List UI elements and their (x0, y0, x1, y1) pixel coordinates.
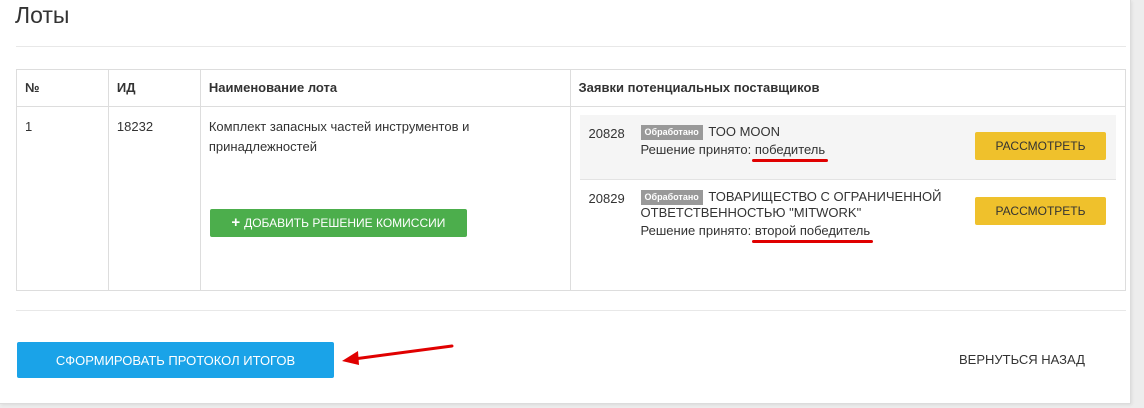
review-button[interactable]: РАССМОТРЕТЬ (975, 197, 1106, 225)
lot-num: 1 (16, 106, 109, 291)
lot-id: 18232 (107, 106, 201, 291)
supplier-name: ТОО MOON (708, 124, 781, 139)
plus-icon: + (231, 214, 241, 231)
decision-line: Решение принято: победитель (640, 142, 961, 162)
back-link[interactable]: ВЕРНУТЬСЯ НАЗАД (959, 352, 1085, 367)
lots-panel: Лоты № ИД Наименование лота Заявки потен… (0, 0, 1131, 404)
decision-result: второй победитель (751, 223, 874, 243)
status-badge: Обработано (640, 190, 703, 205)
red-arrow-annotation (342, 344, 454, 365)
add-commission-decision-button[interactable]: + ДОБАВИТЬ РЕШЕНИЕ КОМИССИИ (209, 209, 467, 237)
bids-cell: 20828 Обработано ТОО MOON Решение принят… (569, 106, 1127, 291)
divider (16, 46, 1126, 47)
lot-name-cell: Комплект запасных частей инструментов и … (199, 106, 571, 291)
divider (16, 310, 1126, 311)
bid-item: 20829 Обработано ТОВАРИЩЕСТВО С ОГРАНИЧЕ… (580, 180, 1116, 260)
table-row: 1 18232 Комплект запасных частей инструм… (16, 106, 1127, 291)
add-commission-decision-label: ДОБАВИТЬ РЕШЕНИЕ КОМИССИИ (244, 216, 446, 230)
status-badge: Обработано (640, 125, 703, 140)
review-button[interactable]: РАССМОТРЕТЬ (975, 132, 1106, 160)
bid-id: 20828 (588, 126, 625, 141)
decision-result: победитель (751, 142, 829, 162)
decision-prefix: Решение принято: (640, 223, 752, 238)
lot-name: Комплект запасных частей инструментов и … (208, 119, 470, 154)
bid-id: 20829 (588, 191, 625, 206)
bid-body: Обработано ТОВАРИЩЕСТВО С ОГРАНИЧЕННОЙ О… (640, 189, 961, 243)
bid-body: Обработано ТОО MOON Решение принято: поб… (640, 124, 961, 162)
page-title: Лоты (15, 2, 70, 28)
table-header-row: № ИД Наименование лота Заявки потенциаль… (16, 69, 1127, 107)
header-num: № (16, 69, 109, 107)
form-protocol-button[interactable]: СФОРМИРОВАТЬ ПРОТОКОЛ ИТОГОВ (17, 342, 334, 378)
decision-prefix: Решение принято: (640, 142, 752, 157)
bid-item: 20828 Обработано ТОО MOON Решение принят… (579, 115, 1116, 180)
header-bids: Заявки потенциальных поставщиков (569, 69, 1127, 107)
lots-table: № ИД Наименование лота Заявки потенциаль… (16, 69, 1127, 291)
header-lot-name: Наименование лота (199, 69, 571, 107)
header-id: ИД (107, 69, 201, 107)
decision-line: Решение принято: второй победитель (640, 223, 961, 243)
